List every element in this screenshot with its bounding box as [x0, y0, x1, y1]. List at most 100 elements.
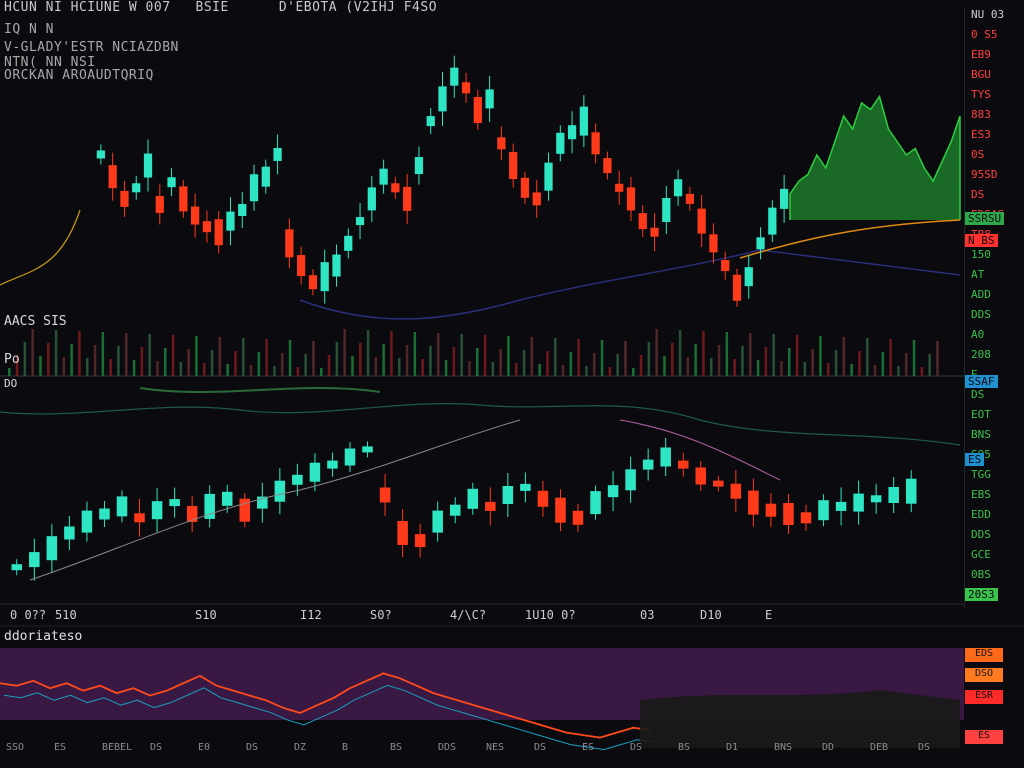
- volume-bar: [86, 358, 89, 376]
- price-axis-tick: GCE: [971, 548, 991, 561]
- candle-body: [626, 187, 636, 211]
- volume-bar: [873, 365, 877, 376]
- time-axis-label: 510: [55, 608, 77, 622]
- volume-bar: [507, 336, 510, 376]
- lower-candle-body: [344, 448, 356, 466]
- volume-bar: [483, 335, 487, 376]
- volume-bar: [569, 352, 573, 376]
- indicator-tag: DSO: [965, 668, 1003, 682]
- bottom-axis-label: DS: [150, 742, 163, 753]
- candle-body: [567, 125, 577, 140]
- price-axis-tick: ES3: [971, 128, 991, 141]
- lower-candle-body: [186, 506, 198, 522]
- lower-candle-body: [607, 485, 619, 498]
- bottom-axis-label: DS: [918, 742, 931, 753]
- lower-candle-body: [660, 447, 671, 467]
- candle-body: [332, 254, 341, 277]
- price-axis-tick: EBS: [971, 488, 991, 501]
- volume-bar: [390, 331, 393, 376]
- lower-candle-body: [362, 446, 373, 453]
- lower-candle-body: [783, 503, 794, 525]
- price-axis-tick: DDS: [971, 528, 991, 541]
- price-axis-tag: 20S3: [965, 588, 998, 601]
- candle-body: [709, 234, 718, 253]
- volume-bar: [78, 331, 81, 376]
- bottom-axis-label: NES: [486, 742, 505, 753]
- volume-bar: [788, 348, 791, 376]
- volume-bar: [242, 338, 245, 376]
- lower-candle-body: [695, 467, 707, 485]
- bottom-axis-label: D1: [726, 742, 739, 753]
- volume-bar: [312, 341, 315, 376]
- volume-bar: [803, 362, 807, 376]
- candle-body: [438, 86, 447, 112]
- indicator-tag: ES: [965, 730, 1003, 744]
- volume-bar: [593, 353, 596, 376]
- volume-bar: [62, 357, 66, 376]
- volume-bar: [164, 348, 167, 376]
- volume-bar: [398, 358, 401, 376]
- volume-bar: [881, 352, 885, 376]
- lower-candle-body: [502, 486, 514, 504]
- volume-bar: [710, 358, 713, 376]
- lower-candle-body: [520, 483, 531, 491]
- price-axis-tick: DDS: [971, 308, 991, 321]
- candle-body: [285, 229, 294, 258]
- bottom-axis-label: BS: [390, 742, 403, 753]
- volume-bar: [288, 340, 292, 376]
- volume-bar: [928, 354, 931, 376]
- volume-bar: [538, 364, 541, 376]
- candle-body: [744, 267, 753, 287]
- candle-body: [202, 221, 212, 233]
- volume-bar: [663, 356, 666, 376]
- candle-body: [391, 183, 400, 193]
- price-axis-tick: EB9: [971, 48, 991, 61]
- price-axis-tick: AT: [971, 268, 985, 281]
- lower-candle-body: [274, 480, 286, 502]
- volume-bar: [866, 338, 869, 376]
- price-axis-tick: DS: [971, 188, 985, 201]
- lower-candle-body: [590, 491, 601, 515]
- price-axis-tick: 0BS: [971, 568, 991, 581]
- volume-bar: [468, 361, 471, 376]
- bottom-axis-label: DS: [630, 742, 643, 753]
- lower-candle-body: [11, 564, 23, 571]
- candle-body: [96, 150, 106, 159]
- volume-bar: [920, 367, 924, 376]
- candle-body: [697, 208, 706, 234]
- volume-bar: [491, 362, 495, 376]
- volume-bar: [249, 365, 253, 376]
- lower-candle-body: [169, 499, 180, 507]
- volume-bar: [530, 337, 534, 376]
- volume-bar: [756, 360, 760, 376]
- candle-body: [297, 255, 306, 277]
- volume-bar: [320, 368, 323, 376]
- volume-bar: [780, 361, 783, 376]
- volume-bar: [70, 344, 73, 376]
- lower-candle-body: [642, 459, 654, 470]
- candle-body: [379, 168, 388, 185]
- lower-candle-body: [625, 469, 636, 491]
- candle-body: [367, 187, 376, 211]
- lower-candle-body: [818, 500, 829, 521]
- indicator-pane-label: ddoriateso: [4, 629, 83, 644]
- volume-bar: [413, 332, 417, 376]
- volume-bar: [671, 343, 674, 376]
- chart-canvas[interactable]: [0, 0, 1024, 768]
- candle-body: [214, 219, 223, 246]
- price-axis[interactable]: NU 030 S5EB9BGUTYS883ES30S95SDDSEDSASTB8…: [964, 8, 1024, 608]
- volume-bar: [210, 350, 214, 376]
- price-axis-tick: TGG: [971, 468, 991, 481]
- candle-body: [167, 177, 176, 188]
- volume-bar: [421, 359, 424, 376]
- volume-bar: [772, 334, 775, 376]
- lower-candle-body: [432, 510, 443, 533]
- lower-candle-body: [29, 552, 40, 568]
- volume-bar: [405, 345, 409, 376]
- price-axis-tick: ADD: [971, 288, 991, 301]
- candle-body: [509, 152, 518, 180]
- volume-bar: [429, 346, 432, 376]
- volume-bar: [827, 363, 830, 376]
- price-axis-tick: A0: [971, 328, 985, 341]
- price-axis-tick: 0S: [971, 148, 985, 161]
